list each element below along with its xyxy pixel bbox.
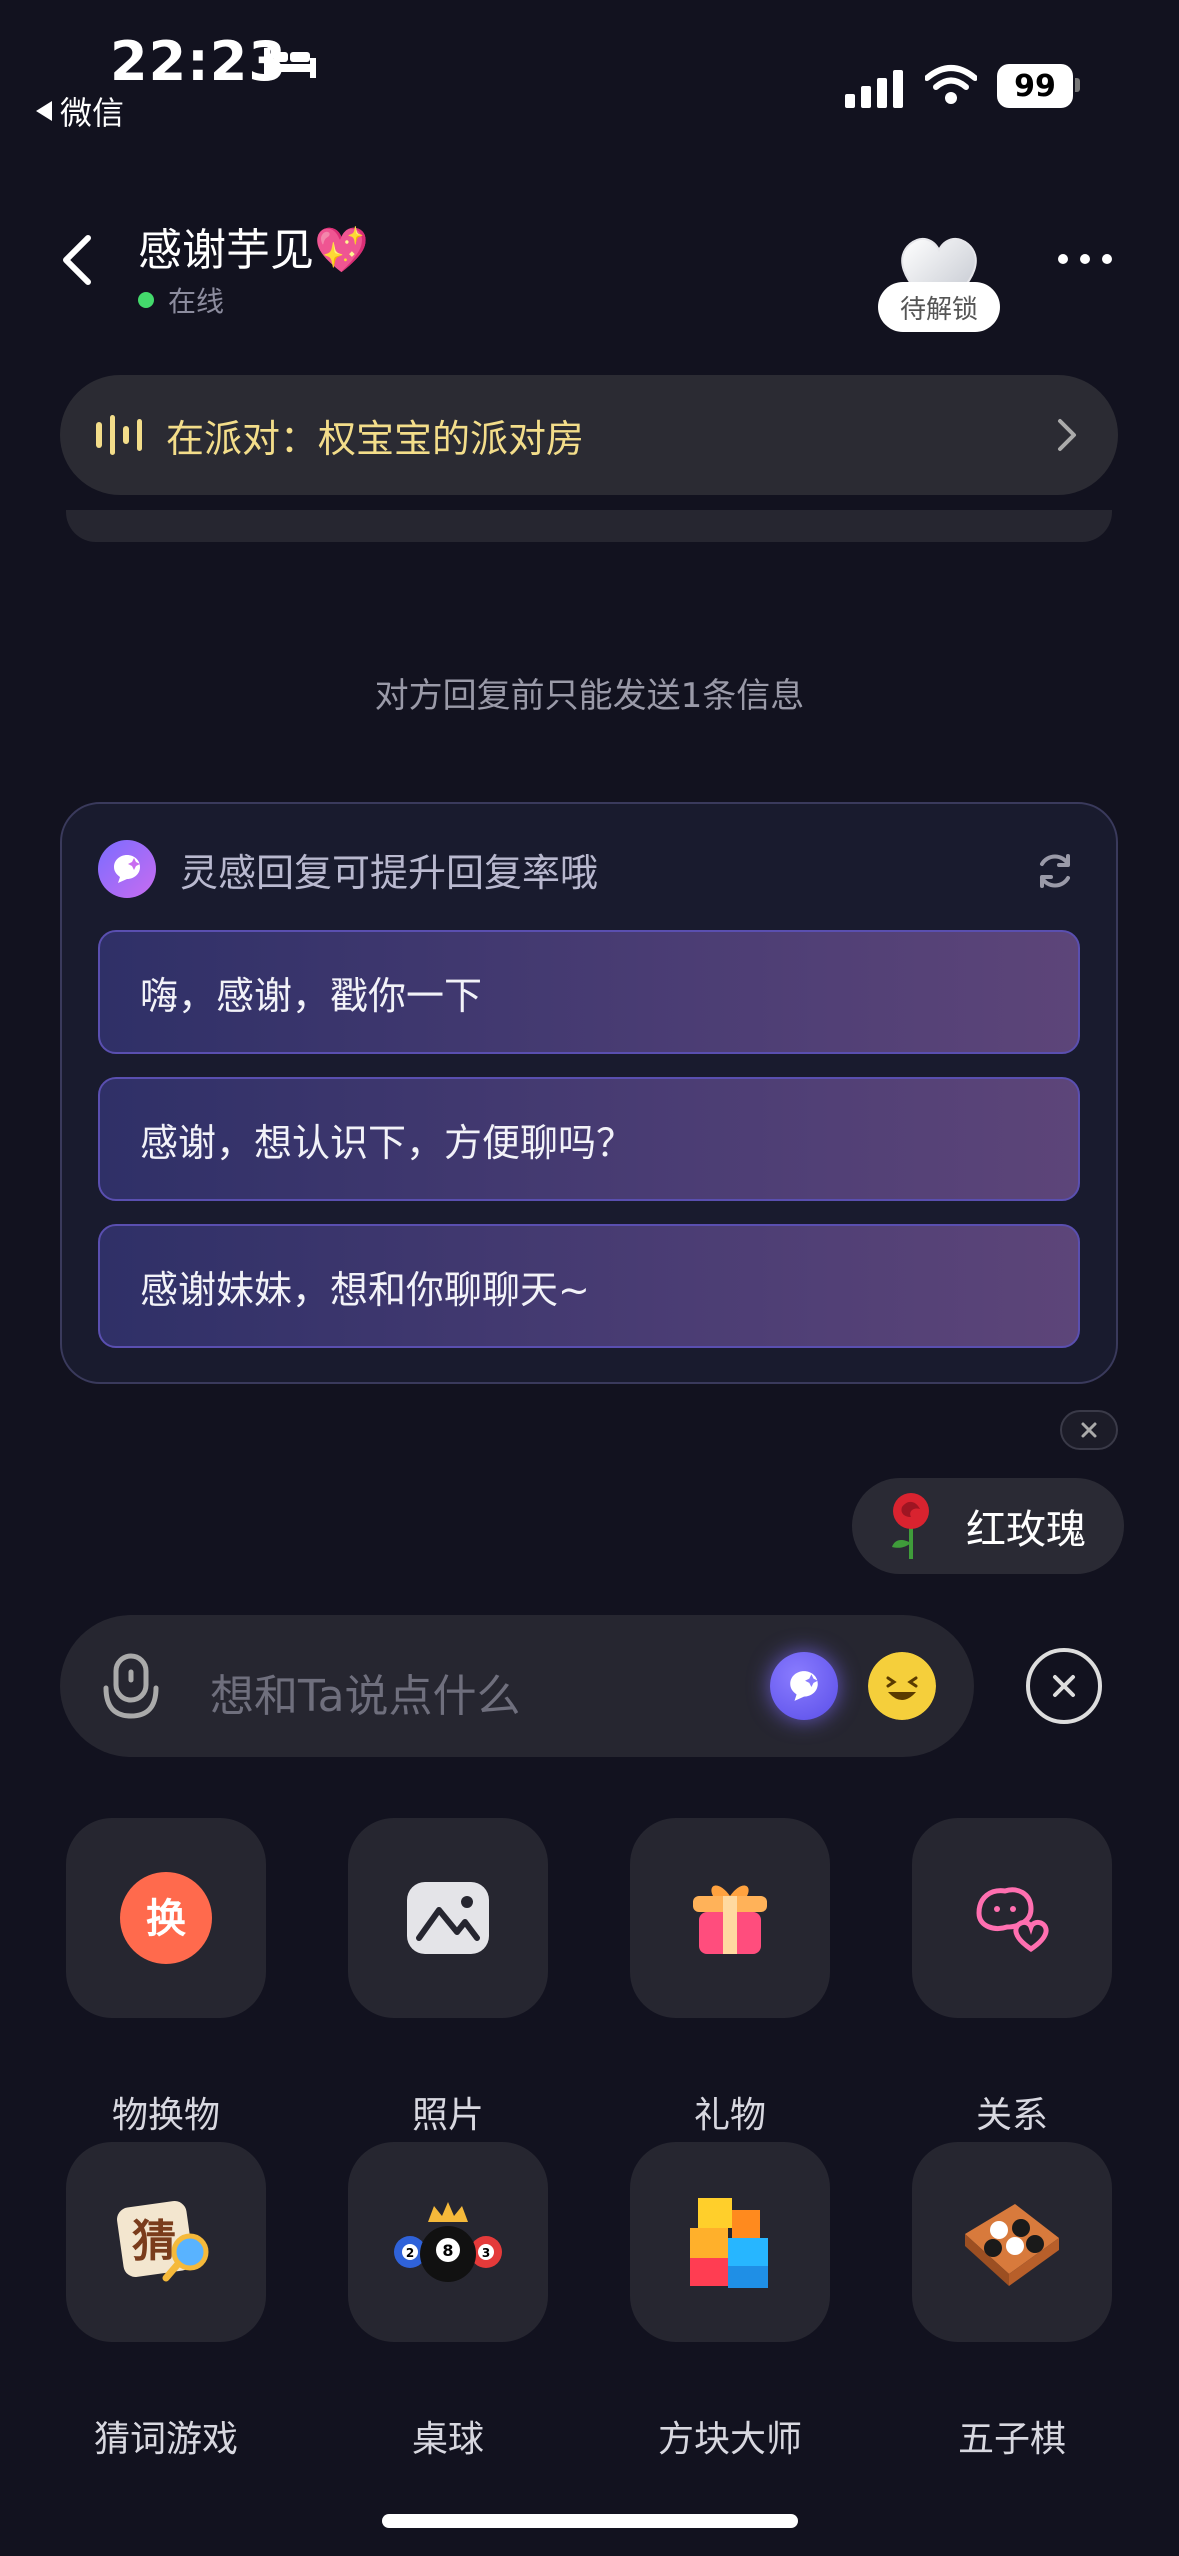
battery-indicator: 99 [997, 64, 1073, 108]
party-banner-text: 在派对：权宝宝的派对房 [166, 416, 585, 461]
online-dot [138, 292, 154, 308]
gift-label: 礼物 [693, 2095, 766, 2136]
svg-text:猜: 猜 [132, 2216, 176, 2267]
send-limit-notice: 对方回复前只能发送1条信息 [374, 676, 805, 716]
relationship-tile[interactable] [912, 1818, 1112, 2018]
back-triangle-icon [36, 101, 52, 121]
svg-text:换: 换 [146, 1896, 186, 1942]
photo-label: 照片 [411, 2095, 484, 2136]
svg-text:3: 3 [482, 2246, 490, 2260]
status-time: 22:23 [110, 30, 287, 93]
gomoku-label: 五子棋 [957, 2419, 1066, 2460]
ai-sparkle-icon [98, 840, 156, 898]
swap-icon: 换 [120, 1872, 212, 1964]
swap-label: 物换物 [111, 2095, 220, 2136]
more-options-icon[interactable] [1058, 254, 1112, 264]
red-rose-gift-button[interactable]: 红玫瑰 [852, 1478, 1124, 1574]
billiards-label: 桌球 [411, 2419, 484, 2460]
blocks-icon [690, 2198, 768, 2288]
back-to-wechat[interactable]: 微信 [36, 88, 124, 134]
word-guess-tile[interactable]: 猜 [66, 2142, 266, 2342]
gift-icon [693, 1885, 767, 1954]
home-indicator[interactable] [382, 2514, 798, 2528]
wifi-icon [925, 65, 977, 104]
blocks-label: 方块大师 [657, 2419, 802, 2460]
inspiration-title: 灵感回复可提升回复率哦 [180, 850, 599, 895]
back-arrow-icon[interactable] [58, 230, 98, 290]
svg-text:8: 8 [442, 2241, 453, 2260]
gomoku-tile[interactable] [912, 2142, 1112, 2342]
banner-shadow [66, 510, 1112, 542]
party-banner[interactable]: 在派对：权宝宝的派对房 [60, 375, 1118, 495]
relationship-label: 关系 [975, 2095, 1048, 2136]
inspiration-header: 灵感回复可提升回复率哦 [98, 840, 598, 898]
bed-icon [264, 48, 316, 78]
audio-wave-icon [96, 415, 142, 455]
rose-label: 红玫瑰 [966, 1507, 1086, 1553]
swap-tile[interactable]: 换 [66, 1818, 266, 2018]
refresh-icon[interactable] [1034, 850, 1076, 892]
message-input[interactable]: 想和Ta说点什么 [210, 1660, 521, 1724]
cellular-signal-icon [845, 70, 903, 108]
suggested-reply-3[interactable]: 感谢妹妹，想和你聊聊天~ [98, 1224, 1080, 1348]
unlock-badge[interactable]: 待解锁 [878, 282, 1000, 332]
ai-reply-icon[interactable] [770, 1652, 838, 1720]
chat-title: 感谢芋见💖 [138, 225, 369, 276]
back-app-label: 微信 [60, 94, 125, 132]
billiards-tile[interactable]: 2 3 8 [348, 2142, 548, 2342]
photo-icon [407, 1882, 489, 1954]
close-panel-icon[interactable] [1026, 1648, 1102, 1724]
emoji-icon[interactable] [868, 1652, 936, 1720]
rose-icon [892, 1493, 929, 1559]
gift-tile[interactable] [630, 1818, 830, 2018]
word-guess-label: 猜词游戏 [93, 2419, 238, 2460]
gomoku-icon [965, 2204, 1059, 2286]
word-guess-icon: 猜 [117, 2201, 209, 2282]
online-status: 在线 [138, 280, 224, 320]
photo-tile[interactable] [348, 1818, 548, 2018]
battery-tip [1075, 78, 1080, 92]
blocks-tile[interactable] [630, 2142, 830, 2342]
suggested-reply-2[interactable]: 感谢，想认识下，方便聊吗？ [98, 1077, 1080, 1201]
online-status-label: 在线 [168, 285, 225, 318]
billiards-icon: 2 3 8 [394, 2202, 502, 2282]
relationship-icon [976, 1887, 1049, 1953]
chevron-right-icon [1058, 419, 1076, 451]
microphone-icon[interactable] [100, 1652, 162, 1722]
close-gift-suggestion-icon[interactable] [1060, 1410, 1118, 1450]
svg-text:2: 2 [406, 2246, 414, 2260]
suggested-reply-1[interactable]: 嗨，感谢，戳你一下 [98, 930, 1080, 1054]
